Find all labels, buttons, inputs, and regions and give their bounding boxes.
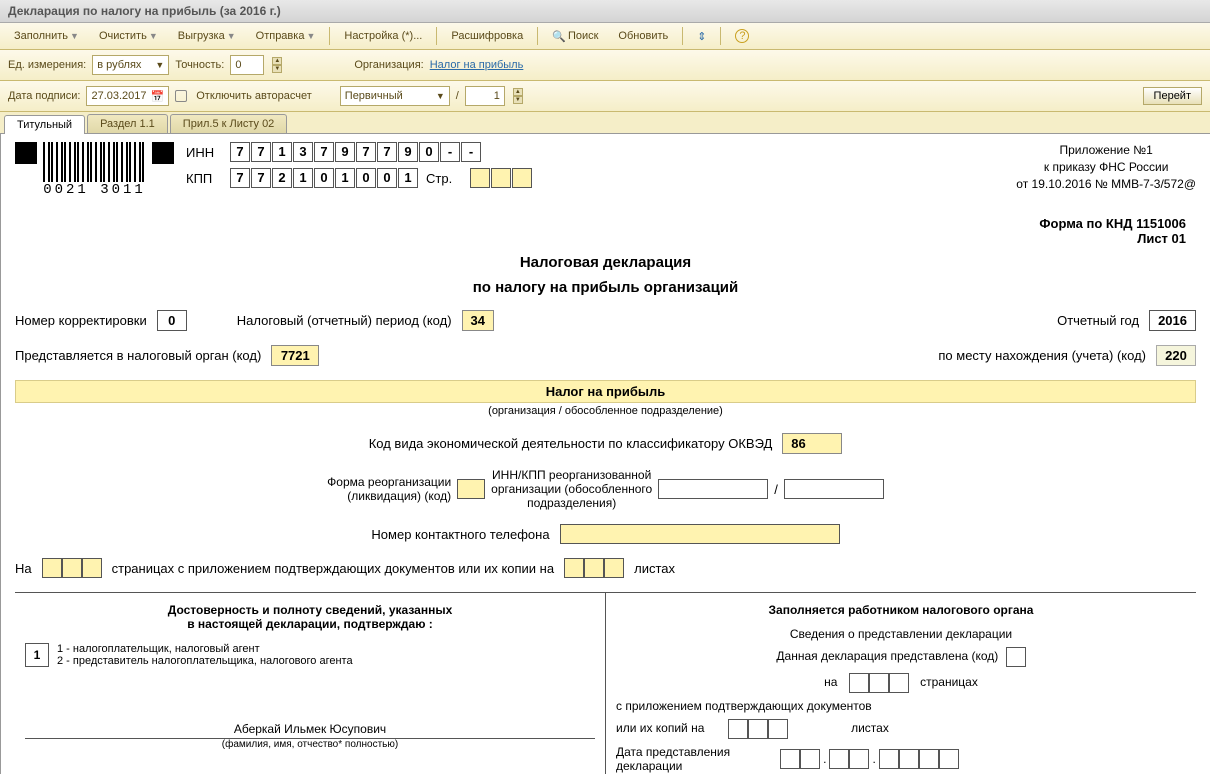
precision-label: Точность: — [175, 59, 224, 71]
fill-button[interactable]: Заполнить▼ — [6, 28, 87, 44]
okved-value[interactable]: 86 — [782, 433, 842, 454]
calendar-icon[interactable]: 📅 — [151, 90, 165, 103]
signer-column: Достоверность и полноту сведений, указан… — [15, 593, 606, 774]
reorg-inn-input[interactable] — [658, 479, 768, 499]
auth-copies[interactable] — [728, 719, 788, 739]
slash: / — [456, 90, 459, 102]
okved-label: Код вида экономической деятельности по к… — [369, 436, 773, 451]
doc-title-1: Налоговая декларация — [15, 254, 1196, 271]
auth-date-y[interactable] — [879, 749, 959, 769]
auth-s1: Сведения о представлении декларации — [616, 627, 1186, 641]
auth-s2: Данная декларация представлена (код) — [776, 649, 998, 663]
page-cells[interactable] — [470, 168, 532, 188]
organ-value[interactable]: 7721 — [271, 345, 319, 366]
disable-auto-label: Отключить авторасчет — [196, 90, 312, 102]
auth-s3: с приложением подтверждающих документов — [616, 699, 1186, 713]
barcode-text: 0021 3011 — [43, 182, 146, 198]
signer-type-value[interactable]: 1 — [25, 643, 49, 667]
inn-cells[interactable]: 7713797790-- — [230, 142, 481, 162]
pages-t1: На — [15, 561, 32, 576]
refresh-button[interactable]: Обновить — [610, 28, 676, 44]
settings-button[interactable]: Настройка (*)... — [336, 28, 430, 44]
doctype-select[interactable]: Первичный▼ — [340, 86, 450, 106]
inn-label: ИНН — [186, 145, 222, 160]
signer-fio[interactable]: Аберкай Ильмек Юсупович — [25, 722, 595, 739]
search-icon: 🔍 — [552, 30, 566, 43]
reorg-code-input[interactable] — [457, 479, 485, 499]
tab-appendix-5[interactable]: Прил.5 к Листу 02 — [170, 114, 288, 133]
kpp-cells[interactable]: 772101001 — [230, 168, 418, 188]
help-button[interactable]: ? — [727, 27, 757, 45]
docnum-input[interactable]: 1 — [465, 86, 505, 106]
period-label: Налоговый (отчетный) период (код) — [237, 313, 452, 328]
updown-button[interactable]: ⇕ — [689, 28, 714, 45]
signdate-label: Дата подписи: — [8, 90, 80, 102]
unit-select[interactable]: в рублях▼ — [92, 55, 169, 75]
correction-value[interactable]: 0 — [157, 310, 187, 331]
decode-button[interactable]: Расшифровка — [443, 28, 531, 44]
authority-column: Заполняется работником налогового органа… — [606, 593, 1196, 774]
organ-label: Представляется в налоговый орган (код) — [15, 348, 261, 363]
tax-band-sub: (организация / обособленное подразделени… — [15, 403, 1196, 419]
reorg-label2: (ликвидация) (код) — [327, 489, 451, 503]
export-button[interactable]: Выгрузка▼ — [170, 28, 244, 44]
place-value[interactable]: 220 — [1156, 345, 1196, 366]
pages-t3: листах — [634, 561, 675, 576]
filter-bar-2: Дата подписи: 27.03.2017📅 Отключить авто… — [0, 81, 1210, 112]
phone-input[interactable] — [560, 524, 840, 544]
page-content: 0021 3011 ИНН 7713797790-- КПП 772101001… — [0, 134, 1210, 774]
auth-pages[interactable] — [849, 673, 909, 693]
tab-section-1-1[interactable]: Раздел 1.1 — [87, 114, 168, 133]
tax-band: Налог на прибыль — [15, 380, 1196, 403]
pages-t2: страницах с приложением подтверждающих д… — [112, 561, 554, 576]
goto-button[interactable]: Перейт — [1143, 87, 1202, 105]
updown-icon: ⇕ — [697, 30, 706, 43]
reorg-slash: / — [774, 482, 778, 497]
precision-spinner[interactable]: ▲▼ — [272, 57, 282, 73]
filter-bar-1: Ед. измерения: в рублях▼ Точность: 0 ▲▼ … — [0, 50, 1210, 81]
auth-code[interactable] — [1006, 647, 1026, 667]
docnum-spinner[interactable]: ▲▼ — [513, 88, 523, 104]
year-label: Отчетный год — [1057, 313, 1139, 328]
kpp-label: КПП — [186, 171, 222, 186]
year-value[interactable]: 2016 — [1149, 310, 1196, 331]
form-code: Форма по КНД 1151006 Лист 01 — [15, 216, 1186, 246]
precision-input[interactable]: 0 — [230, 55, 264, 75]
help-icon: ? — [735, 29, 749, 43]
auth-date-m[interactable] — [829, 749, 869, 769]
reorg-label1: Форма реорганизации — [327, 475, 451, 489]
org-link[interactable]: Налог на прибыль — [430, 59, 524, 71]
page-label: Стр. — [426, 171, 462, 186]
send-button[interactable]: Отправка▼ — [248, 28, 324, 44]
tab-title-page[interactable]: Титульный — [4, 115, 85, 134]
reorg-label5: подразделения) — [491, 496, 652, 510]
phone-label: Номер контактного телефона — [371, 527, 549, 542]
window-title: Декларация по налогу на прибыль (за 2016… — [0, 0, 1210, 23]
signdate-input[interactable]: 27.03.2017📅 — [86, 86, 169, 106]
unit-label: Ед. измерения: — [8, 59, 86, 71]
main-toolbar: Заполнить▼ Очистить▼ Выгрузка▼ Отправка▼… — [0, 23, 1210, 50]
clear-button[interactable]: Очистить▼ — [91, 28, 166, 44]
signer-opt1: 1 - налогоплательщик, налоговый агент — [57, 643, 353, 655]
signer-opt2: 2 - представитель налогоплательщика, нал… — [57, 655, 353, 667]
doc-title-2: по налогу на прибыль организаций — [15, 279, 1196, 296]
reorg-label4: организации (обособленного — [491, 482, 652, 496]
tabs: Титульный Раздел 1.1 Прил.5 к Листу 02 — [0, 112, 1210, 134]
period-value[interactable]: 34 — [462, 310, 494, 331]
signer-fio-sub: (фамилия, имя, отчество* полностью) — [25, 739, 595, 750]
attachment-info: Приложение №1 к приказу ФНС России от 19… — [1016, 142, 1196, 198]
search-button[interactable]: 🔍Поиск — [544, 28, 606, 45]
pages-count[interactable] — [42, 558, 102, 578]
place-label: по месту нахождения (учета) (код) — [938, 348, 1146, 363]
disable-auto-checkbox[interactable] — [175, 90, 187, 102]
org-label: Организация: — [354, 59, 423, 71]
reorg-label3: ИНН/КПП реорганизованной — [491, 468, 652, 482]
attach-count[interactable] — [564, 558, 624, 578]
reorg-kpp-input[interactable] — [784, 479, 884, 499]
barcode: 0021 3011 — [15, 142, 174, 198]
correction-label: Номер корректировки — [15, 313, 147, 328]
auth-date-d[interactable] — [780, 749, 820, 769]
